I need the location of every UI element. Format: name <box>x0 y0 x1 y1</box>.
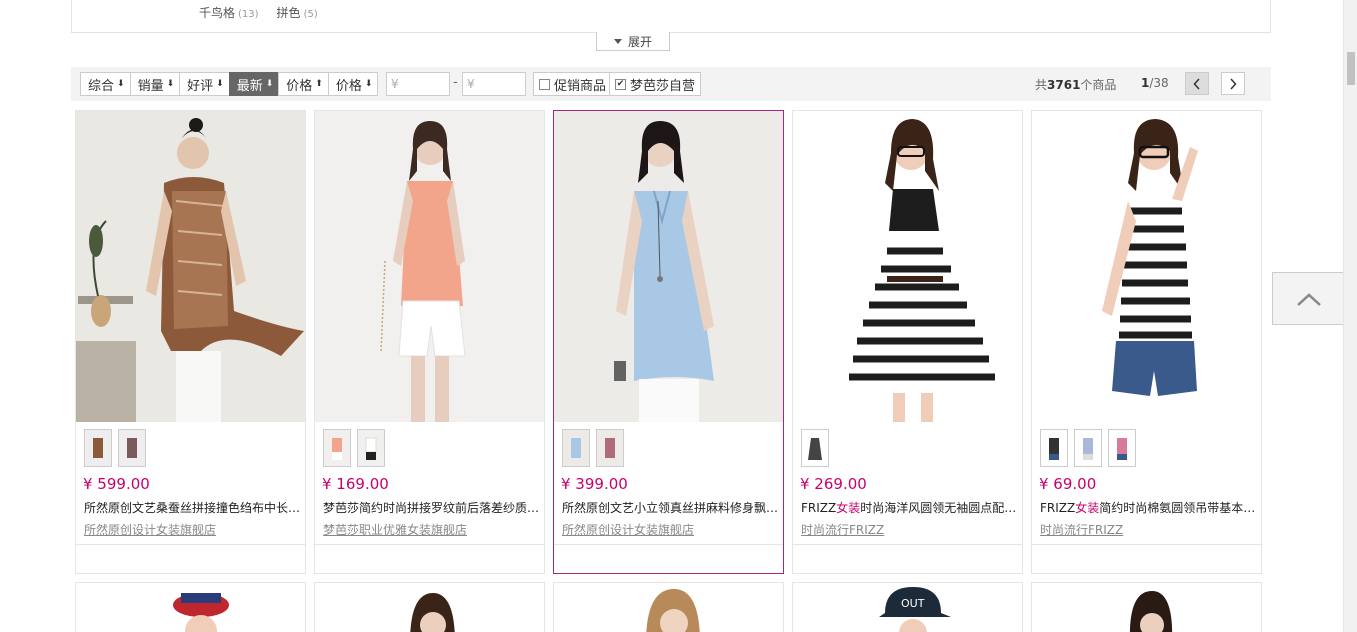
chevron-up-icon <box>1296 292 1321 306</box>
color-thumbnail[interactable] <box>801 429 829 467</box>
color-thumbnail[interactable] <box>596 429 624 467</box>
color-thumbnails <box>1040 429 1136 467</box>
card-divider <box>315 544 544 545</box>
arrow-down-icon: ⬇ <box>117 78 125 89</box>
color-thumbnail[interactable] <box>1108 429 1136 467</box>
product-card[interactable]: ¥ 269.00 FRIZZ女装时尚海洋风圆领无袖圆点配… 时尚流行FRIZZ <box>792 110 1023 574</box>
color-thumbnail[interactable] <box>84 429 112 467</box>
price-max-input[interactable]: ¥ <box>462 72 526 96</box>
vertical-scrollbar[interactable] <box>1343 0 1357 632</box>
filter-value-qianniaoge[interactable]: 千鸟格 (13) <box>199 4 259 21</box>
attribute-filter-box: 千鸟格 (13) 拼色 (5) <box>71 0 1271 33</box>
color-thumbnail[interactable] <box>1074 429 1102 467</box>
product-title[interactable]: FRIZZ女装简约时尚棉氨圆领吊带基本… <box>1040 499 1258 516</box>
product-price: ¥ 599.00 <box>83 475 150 493</box>
arrow-down-icon: ⬇ <box>216 78 224 89</box>
sort-newest-button[interactable]: 最新 ⬇ <box>228 72 280 96</box>
arrow-up-icon: ⬆ <box>315 78 323 89</box>
svg-text:OUT: OUT <box>901 597 925 610</box>
shop-link[interactable]: 时尚流行FRIZZ <box>1040 521 1123 538</box>
product-card[interactable]: ¥ 169.00 梦芭莎简约时尚拼接罗纹前后落差纱质… 梦芭莎职业优雅女装旗舰店 <box>314 110 545 574</box>
product-card[interactable] <box>75 582 306 632</box>
product-image[interactable] <box>76 583 305 632</box>
checkbox-checked-icon: ✔ <box>615 78 626 90</box>
sort-toolbar: 综合⬇ 销量⬇ 好评⬇ 最新⬇ 价格⬆ 价格⬇ ¥ - ¥ 促销商品 <box>71 67 1271 101</box>
price-range-dash: - <box>453 75 458 90</box>
page-indicator: 1/38 <box>1141 76 1169 90</box>
page: 千鸟格 (13) 拼色 (5) 展开 综合 ⬇ 销量 ⬇ 好评 ⬇ 最新 ⬇ 价格 ⬆ <box>0 0 1357 632</box>
shop-link[interactable]: 所然原创设计女装旗舰店 <box>562 521 694 538</box>
expand-button[interactable]: 展开 <box>596 32 670 51</box>
color-thumbnails <box>84 429 146 467</box>
product-card[interactable]: ¥ 69.00 FRIZZ女装简约时尚棉氨圆领吊带基本… 时尚流行FRIZZ <box>1031 110 1262 574</box>
card-divider <box>554 544 783 545</box>
product-card[interactable] <box>314 582 545 632</box>
color-thumbnail[interactable] <box>357 429 385 467</box>
color-thumbnails <box>801 429 829 467</box>
arrow-down-icon: ⬇ <box>364 78 373 89</box>
sort-price-desc-button[interactable]: 价格 ⬇ <box>327 72 379 96</box>
product-image[interactable]: OUT <box>793 583 1022 632</box>
card-divider <box>793 544 1022 545</box>
color-thumbnails <box>323 429 385 467</box>
product-card[interactable]: ¥ 399.00 所然原创文艺小立领真丝拼麻料修身飘… 所然原创设计女装旗舰店 <box>553 110 784 574</box>
checkbox-unchecked-icon <box>539 78 550 90</box>
product-image[interactable] <box>315 111 544 422</box>
product-image[interactable] <box>1032 111 1261 422</box>
chevron-left-icon <box>1193 77 1200 90</box>
product-title[interactable]: 所然原创文艺桑蚕丝拼接撞色绉布中长… <box>84 499 302 516</box>
sort-sales-button[interactable]: 销量 ⬇ <box>129 72 181 96</box>
self-operated-label: 梦芭莎自营 <box>630 78 696 94</box>
sort-options: 综合 ⬇ 销量 ⬇ 好评 ⬇ 最新 ⬇ 价格 ⬆ 价格 ⬇ <box>80 72 379 96</box>
attribute-values: 千鸟格 (13) 拼色 (5) <box>199 4 318 21</box>
scrollbar-thumb[interactable] <box>1347 52 1355 85</box>
product-card[interactable]: ¥ 599.00 所然原创文艺桑蚕丝拼接撞色绉布中长… 所然原创设计女装旗舰店 <box>75 110 306 574</box>
product-card[interactable] <box>553 582 784 632</box>
sort-rating-button[interactable]: 好评 ⬇ <box>179 72 230 96</box>
promo-label: 促销商品 <box>554 78 607 94</box>
product-image[interactable] <box>315 583 544 632</box>
back-to-top-button[interactable] <box>1272 272 1345 325</box>
product-card[interactable] <box>1031 582 1262 632</box>
product-image[interactable] <box>554 111 783 422</box>
shop-link[interactable]: 时尚流行FRIZZ <box>801 521 884 538</box>
product-price: ¥ 269.00 <box>800 475 867 493</box>
prev-page-button[interactable] <box>1185 72 1209 95</box>
filter-value-pinse[interactable]: 拼色 (5) <box>277 4 318 21</box>
sort-comprehensive-button[interactable]: 综合 ⬇ <box>80 72 131 96</box>
color-thumbnail[interactable] <box>562 429 590 467</box>
next-page-button[interactable] <box>1221 72 1245 95</box>
product-price: ¥ 399.00 <box>561 475 628 493</box>
product-title[interactable]: 所然原创文艺小立领真丝拼麻料修身飘… <box>562 499 780 516</box>
card-divider <box>76 544 305 545</box>
product-image[interactable] <box>1032 583 1261 632</box>
color-thumbnails <box>562 429 624 467</box>
product-title[interactable]: 梦芭莎简约时尚拼接罗纹前后落差纱质… <box>323 499 541 516</box>
color-thumbnail[interactable] <box>323 429 351 467</box>
chevron-right-icon <box>1230 77 1237 90</box>
expand-label: 展开 <box>627 34 652 49</box>
product-price: ¥ 169.00 <box>322 475 389 493</box>
sort-price-asc-button[interactable]: 价格 ⬆ <box>278 72 329 96</box>
arrow-down-icon: ⬇ <box>166 78 175 89</box>
price-min-input[interactable]: ¥ <box>386 72 450 96</box>
product-price: ¥ 69.00 <box>1039 475 1097 493</box>
color-thumbnail[interactable] <box>1040 429 1068 467</box>
card-divider <box>1032 544 1261 545</box>
color-thumbnail[interactable] <box>118 429 146 467</box>
product-image[interactable] <box>554 583 783 632</box>
self-operated-checkbox[interactable]: ✔ 梦芭莎自营 <box>609 72 702 96</box>
product-card[interactable]: OUT <box>792 582 1023 632</box>
product-image[interactable] <box>793 111 1022 422</box>
caret-down-icon <box>613 38 622 44</box>
shop-link[interactable]: 梦芭莎职业优雅女装旗舰店 <box>323 521 467 538</box>
shop-link[interactable]: 所然原创设计女装旗舰店 <box>84 521 216 538</box>
product-image[interactable] <box>76 111 305 422</box>
arrow-down-icon: ⬇ <box>265 78 274 89</box>
product-title[interactable]: FRIZZ女装时尚海洋风圆领无袖圆点配… <box>801 499 1019 516</box>
product-total: 共3761个商品 <box>1035 78 1117 92</box>
promo-checkbox[interactable]: 促销商品 <box>533 72 613 96</box>
